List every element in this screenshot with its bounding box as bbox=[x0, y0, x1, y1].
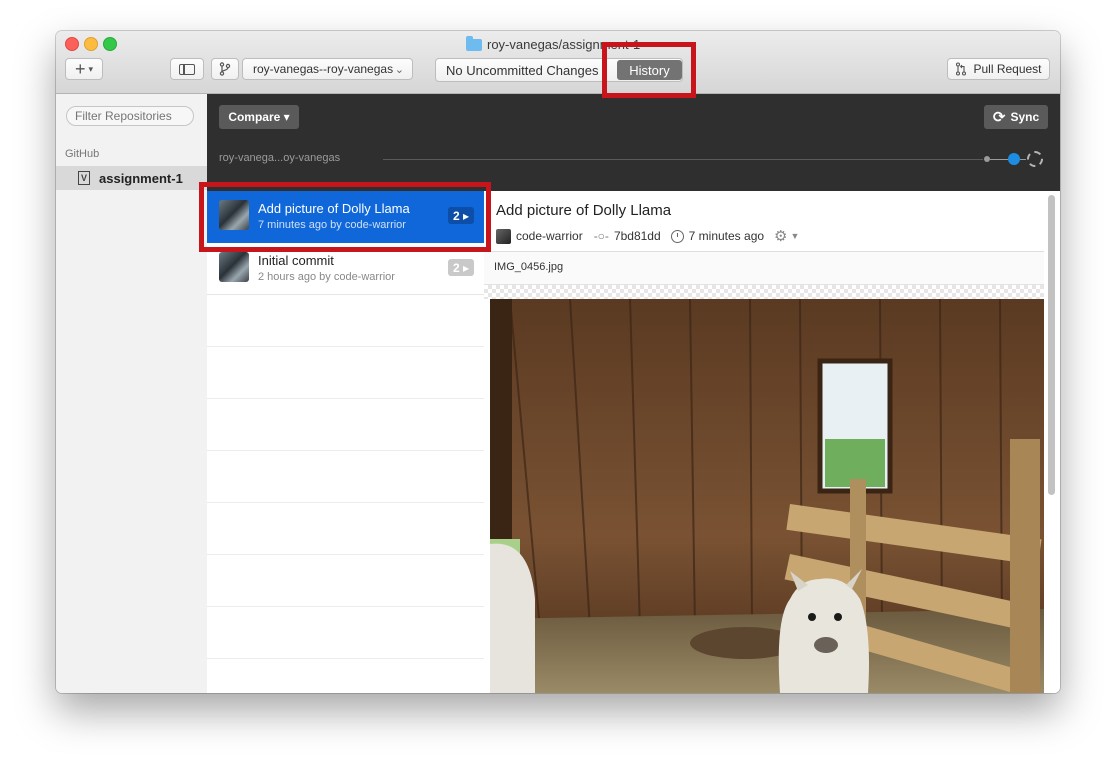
chevron-down-icon: ⌄ bbox=[394, 63, 404, 76]
sidebar-section-label: GitHub bbox=[65, 148, 100, 160]
sync-icon: ⟳ bbox=[992, 109, 1006, 126]
close-window-button[interactable] bbox=[65, 37, 79, 51]
commit-title: Initial commit bbox=[258, 253, 334, 268]
sync-button[interactable]: ⟳ Sync bbox=[984, 105, 1048, 129]
toggle-sidebar-button[interactable] bbox=[170, 58, 204, 80]
list-item-empty bbox=[207, 555, 484, 607]
commit-detail-pane: Add picture of Dolly Llama code-warrior … bbox=[484, 191, 1060, 693]
folder-icon bbox=[466, 36, 482, 51]
compare-button[interactable]: Compare ▾ bbox=[219, 105, 299, 129]
add-repository-button[interactable]: + ▾ bbox=[65, 58, 103, 80]
timeline-segment bbox=[1020, 159, 1026, 160]
branch-comparison-label: roy-vanega...oy-vanegas bbox=[219, 152, 341, 164]
llama-photo bbox=[490, 299, 1044, 693]
detail-scrollbar[interactable] bbox=[1048, 195, 1055, 495]
pull-request-icon bbox=[956, 62, 967, 76]
chevron-down-icon[interactable]: ▼ bbox=[791, 231, 800, 241]
create-branch-button[interactable] bbox=[211, 58, 239, 80]
timeline-uncommitted-ring[interactable] bbox=[1027, 151, 1043, 167]
history-header: Compare ▾ ⟳ Sync roy-vanega...oy-vanegas bbox=[207, 94, 1060, 191]
filter-repositories-input[interactable] bbox=[66, 106, 194, 126]
list-item-empty bbox=[207, 295, 484, 347]
commit-list: Add picture of Dolly Llama 7 minutes ago… bbox=[207, 191, 485, 693]
commit-author: code-warrior bbox=[516, 229, 583, 243]
timeline-segment bbox=[990, 159, 1008, 160]
sidebar-item-label: assignment-1 bbox=[99, 170, 183, 186]
commit-detail-title: Add picture of Dolly Llama bbox=[496, 202, 672, 219]
commit-subtitle: 2 hours ago by code-warrior bbox=[258, 271, 395, 283]
gear-icon[interactable]: ⚙ bbox=[774, 227, 787, 245]
sync-label: Sync bbox=[1010, 110, 1040, 124]
file-name: IMG_0456.jpg bbox=[494, 261, 564, 273]
sidebar-icon bbox=[179, 63, 195, 75]
chevron-down-icon: ▾ bbox=[88, 63, 94, 74]
pull-request-label: Pull Request bbox=[973, 62, 1042, 76]
commit-hash-icon: -○- bbox=[593, 229, 609, 243]
pull-request-button[interactable]: Pull Request bbox=[947, 58, 1050, 80]
changed-files-badge[interactable]: 2 ▸ bbox=[448, 259, 474, 276]
commit-timeline bbox=[383, 159, 983, 160]
list-item-empty bbox=[207, 399, 484, 451]
transparency-checkerboard bbox=[484, 285, 1044, 299]
author-avatar bbox=[496, 228, 511, 244]
branch-select-label: roy-vanegas--roy-vanegas bbox=[253, 62, 394, 76]
history-tab-highlight bbox=[602, 42, 696, 98]
commit-meta: code-warrior -○- 7bd81dd 7 minutes ago ⚙… bbox=[496, 227, 799, 245]
clock-icon bbox=[670, 229, 684, 243]
compare-label: Compare ▾ bbox=[228, 110, 290, 124]
plus-icon: + bbox=[74, 58, 86, 79]
title-bar: roy-vanegas/assignment-1 + ▾ roy-vanegas… bbox=[56, 31, 1060, 94]
list-item-empty bbox=[207, 503, 484, 555]
file-header[interactable]: IMG_0456.jpg bbox=[484, 252, 1044, 285]
sidebar-item-assignment-1[interactable]: V assignment-1 bbox=[56, 166, 207, 190]
repository-icon: V bbox=[78, 171, 90, 185]
avatar bbox=[219, 252, 249, 282]
tab-uncommitted-changes[interactable]: No Uncommitted Changes bbox=[436, 59, 626, 81]
commit-time: 7 minutes ago bbox=[688, 229, 765, 243]
repository-sidebar: GitHub V assignment-1 bbox=[56, 94, 208, 693]
tab-uncommitted-changes-label: No Uncommitted Changes bbox=[446, 62, 599, 78]
commit-highlight bbox=[199, 182, 491, 252]
branch-icon bbox=[219, 62, 231, 76]
minimize-window-button[interactable] bbox=[84, 37, 98, 51]
list-item-empty bbox=[207, 347, 484, 399]
commit-hash[interactable]: 7bd81dd bbox=[614, 229, 661, 243]
timeline-selected-commit-dot[interactable] bbox=[1008, 153, 1020, 165]
list-item-empty bbox=[207, 451, 484, 503]
zoom-window-button[interactable] bbox=[103, 37, 117, 51]
app-window: roy-vanegas/assignment-1 + ▾ roy-vanegas… bbox=[56, 31, 1060, 693]
branch-select[interactable]: roy-vanegas--roy-vanegas ⌄ bbox=[242, 58, 413, 80]
list-item-empty bbox=[207, 607, 484, 659]
